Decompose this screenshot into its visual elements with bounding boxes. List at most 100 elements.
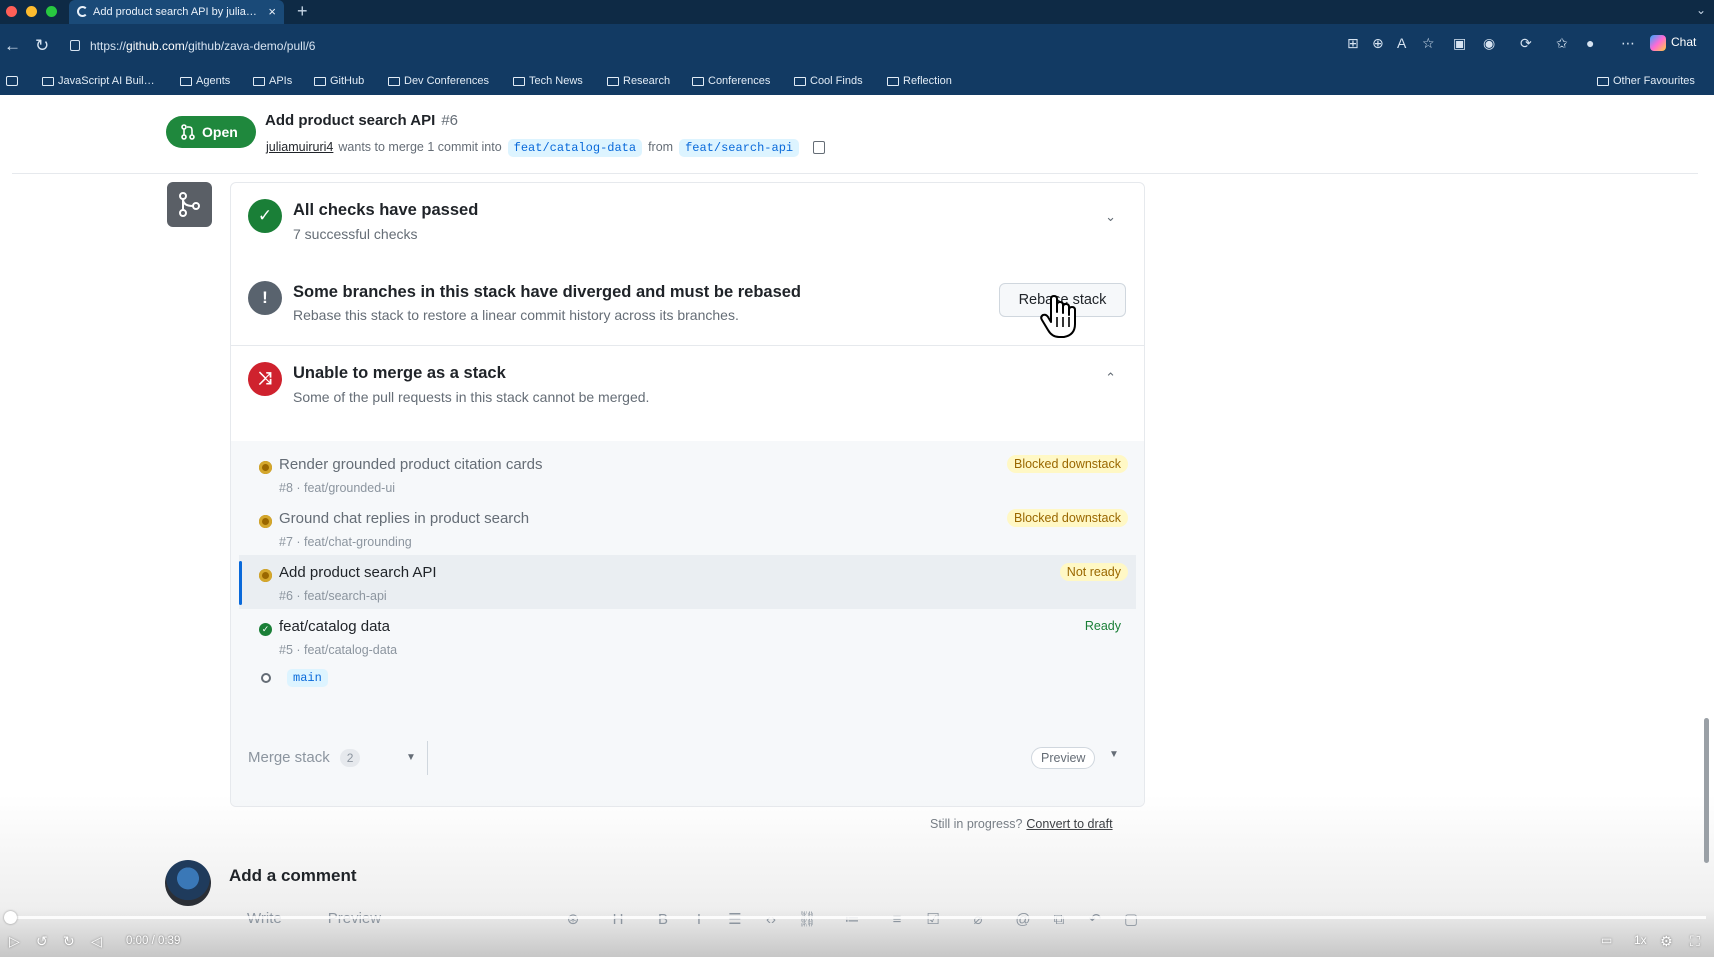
base-branch-link[interactable]: feat/catalog-data <box>507 139 643 157</box>
stack-item-branch: #7 · feat/chat-grounding <box>279 535 412 549</box>
pr-author-link[interactable]: juliamuiruri4 <box>266 140 333 154</box>
chevron-up-icon[interactable]: ⌃ <box>1105 370 1116 386</box>
back-arrow-icon[interactable]: ← <box>4 36 21 56</box>
bookmark-javascript-ai[interactable]: JavaScript AI Buil… <box>42 75 155 87</box>
profile-icon[interactable]: ● <box>1586 35 1594 51</box>
browser-tab-active[interactable]: Add product search API by julia… × <box>69 0 284 24</box>
url-host: github.com <box>126 39 185 53</box>
head-branch-link[interactable]: feat/search-api <box>679 139 800 157</box>
bookmark-reflection[interactable]: Reflection <box>887 75 952 87</box>
chevron-down-icon[interactable]: ⌄ <box>1105 209 1116 225</box>
bookmark-cool-finds[interactable]: Cool Finds <box>794 75 863 87</box>
stack-item-pr-6-current[interactable]: Add product search API #6 · feat/search-… <box>239 555 1136 609</box>
header-divider <box>12 173 1698 174</box>
pull-request-page: Open Add product search API #6 juliamuiru… <box>0 95 1714 957</box>
caret-down-icon[interactable]: ▼ <box>1109 749 1119 760</box>
stack-item-title[interactable]: Render grounded product citation cards <box>279 456 543 473</box>
address-bar[interactable]: https://github.com/github/zava-demo/pull… <box>64 32 1334 60</box>
new-tab-button[interactable]: + <box>297 0 308 22</box>
browser-toolbar: ← ↻ https://github.com/github/zava-demo/… <box>0 24 1714 69</box>
diverged-desc: Rebase this stack to restore a linear co… <box>293 307 739 323</box>
volume-icon[interactable]: ◁ <box>91 933 102 950</box>
base-branch-icon <box>261 673 271 683</box>
chat-label: Chat <box>1671 35 1697 50</box>
caret-down-icon[interactable]: ▼ <box>406 741 416 775</box>
bookmark-github[interactable]: GitHub <box>314 75 364 87</box>
pr-number: #6 <box>441 112 458 129</box>
success-status-icon: ✓ <box>259 623 272 636</box>
checks-desc: 7 successful checks <box>293 226 418 242</box>
folder-icon <box>513 77 525 86</box>
bookmark-dev-conferences[interactable]: Dev Conferences <box>388 75 489 87</box>
reload-icon[interactable]: ↻ <box>35 36 49 56</box>
more-menu-icon[interactable]: ⋯ <box>1621 35 1635 52</box>
bookmark-label: Conferences <box>708 75 771 87</box>
extension-icon[interactable]: ▣ <box>1453 35 1466 52</box>
close-window-button[interactable] <box>6 6 17 17</box>
loading-spinner-icon <box>77 6 88 17</box>
page-scrollbar[interactable] <box>1704 718 1709 863</box>
sync-icon[interactable]: ⟳ <box>1520 35 1532 52</box>
minimize-window-button[interactable] <box>26 6 37 17</box>
bookmark-other-favourites[interactable]: Other Favourites <box>1597 75 1695 87</box>
pr-state-badge: Open <box>166 116 256 148</box>
bookmark-tech-news[interactable]: Tech News <box>513 75 583 87</box>
sidebar-toggle-icon[interactable] <box>6 76 18 86</box>
video-player-controls: ▷ ↺ ↻ ◁ 0:00 / 0:39 ▭ 1x ⚙ ⛶ <box>0 910 1714 957</box>
forward-icon[interactable]: ↻ <box>63 933 75 950</box>
stack-item-title[interactable]: feat/catalog data <box>279 618 390 635</box>
folder-icon <box>607 77 619 86</box>
folder-icon <box>794 77 806 86</box>
captions-icon[interactable]: ▭ <box>1601 933 1612 947</box>
git-pull-request-icon <box>181 124 195 140</box>
settings-gear-icon[interactable]: ⚙ <box>1660 933 1673 950</box>
stack-item-pr-5[interactable]: ✓ feat/catalog data #5 · feat/catalog-da… <box>239 609 1136 663</box>
bookmark-research[interactable]: Research <box>607 75 670 87</box>
convert-to-draft-link[interactable]: Convert to draft <box>1026 817 1112 831</box>
close-tab-icon[interactable]: × <box>268 0 276 24</box>
zoom-icon[interactable]: ⊕ <box>1372 35 1384 52</box>
favorite-star-icon[interactable]: ☆ <box>1422 35 1435 52</box>
bookmark-label: Other Favourites <box>1613 75 1695 87</box>
copilot-chat-button[interactable]: Chat <box>1650 35 1696 51</box>
alert-icon: ! <box>248 281 282 315</box>
stack-item-pr-8[interactable]: Render grounded product citation cards #… <box>239 447 1136 501</box>
merge-blocked-icon: ⤨ <box>248 362 282 396</box>
pr-title: Add product search API #6 <box>265 112 458 129</box>
apps-grid-icon[interactable]: ⊞ <box>1347 35 1359 52</box>
chrome-extension-icon[interactable]: ◉ <box>1483 35 1495 52</box>
playback-speed-button[interactable]: 1x <box>1634 933 1647 947</box>
bookmark-agents[interactable]: Agents <box>180 75 230 87</box>
rebase-stack-button[interactable]: Rebase stack <box>999 283 1126 317</box>
stack-item-title[interactable]: Ground chat replies in product search <box>279 510 529 527</box>
read-aloud-icon[interactable]: A <box>1397 35 1406 51</box>
current-item-indicator <box>239 561 242 605</box>
pending-status-icon <box>259 515 272 528</box>
bookmark-apis[interactable]: APIs <box>253 75 292 87</box>
checks-title: All checks have passed <box>293 201 479 219</box>
stack-item-pr-7[interactable]: Ground chat replies in product search #7… <box>239 501 1136 555</box>
stack-item-branch: #6 · feat/search-api <box>279 589 387 603</box>
bookmark-label: Dev Conferences <box>404 75 489 87</box>
screen: Add product search API by julia… × + ⌄ ←… <box>0 0 1714 957</box>
favorites-icon[interactable]: ✩ <box>1556 35 1568 52</box>
rewind-icon[interactable]: ↺ <box>36 933 48 950</box>
merge-stack-button[interactable]: Merge stack 2 ▼ <box>248 741 428 775</box>
lock-icon <box>70 40 80 51</box>
merge-blocked-title: Unable to merge as a stack <box>293 364 506 382</box>
stack-item-branch: #5 · feat/catalog-data <box>279 643 398 657</box>
stack-item-title[interactable]: Add product search API <box>279 564 437 581</box>
merge-stack-count: 2 <box>339 749 361 767</box>
base-branch-label[interactable]: main <box>287 669 328 687</box>
copy-icon[interactable] <box>813 141 826 155</box>
preview-button[interactable]: Preview <box>1031 747 1096 769</box>
tab-list-chevron-icon[interactable]: ⌄ <box>1696 3 1706 17</box>
video-scrubber-knob[interactable] <box>4 911 17 924</box>
play-icon[interactable]: ▷ <box>9 933 20 950</box>
bookmark-conferences[interactable]: Conferences <box>692 75 770 87</box>
merge-blocked-section[interactable]: ⤨ Unable to merge as a stack Some of the… <box>231 346 1144 441</box>
fullscreen-icon[interactable]: ⛶ <box>1690 933 1700 950</box>
checks-section[interactable]: ✓ All checks have passed 7 successful ch… <box>231 183 1144 265</box>
video-progress-bar[interactable] <box>10 916 1706 919</box>
maximize-window-button[interactable] <box>46 6 57 17</box>
